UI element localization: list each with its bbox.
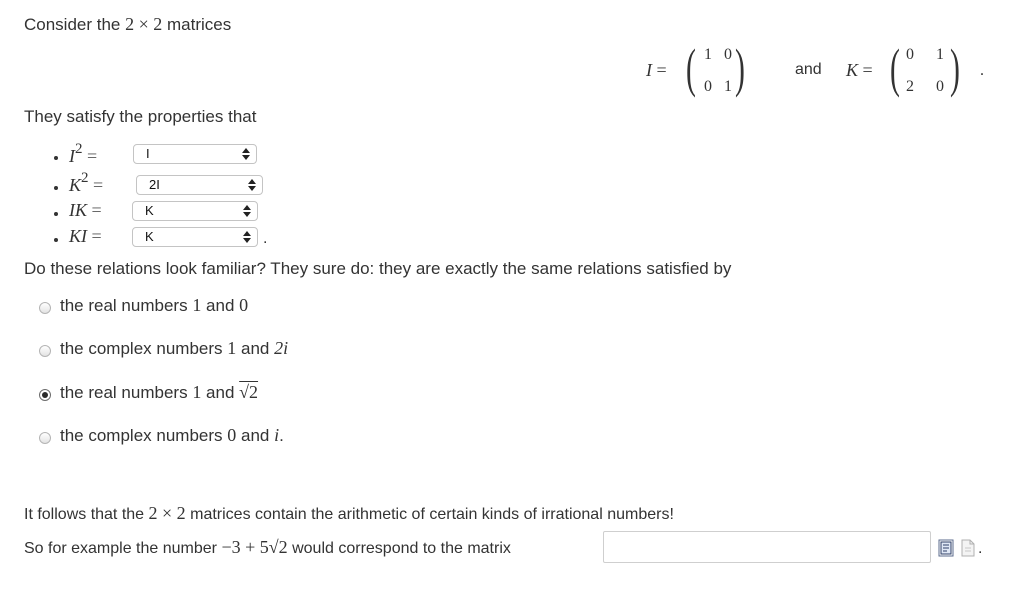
matrix-k-cell: 2 bbox=[906, 78, 914, 95]
matrix-k-cell: 0 bbox=[936, 78, 944, 95]
matrix-i-cell: 0 bbox=[724, 46, 732, 63]
option-label-4[interactable]: the complex numbers 0 and i. bbox=[60, 425, 284, 446]
bullet bbox=[54, 238, 58, 242]
properties-heading: They satisfy the properties that bbox=[24, 107, 257, 126]
matrix-period: . bbox=[980, 62, 984, 79]
matrix-i-label: I = bbox=[646, 60, 667, 80]
conclusion-line-1: It follows that the 2 × 2 matrices conta… bbox=[24, 503, 674, 523]
option-label-3[interactable]: the real numbers 1 and √2 bbox=[60, 382, 258, 403]
matrix-editor-icon[interactable] bbox=[938, 539, 954, 557]
matrix-k-label: K = bbox=[846, 60, 873, 80]
matrix-i-cell: 0 bbox=[704, 78, 712, 95]
property-ik: IK = bbox=[69, 200, 102, 220]
matrix-answer-input[interactable] bbox=[603, 531, 931, 563]
matrix-k-cell: 0 bbox=[906, 46, 914, 63]
option-label-2[interactable]: the complex numbers 1 and 2i bbox=[60, 338, 288, 359]
properties-period: . bbox=[263, 230, 268, 247]
property-k-squared: K2 = bbox=[69, 170, 104, 195]
ki-select[interactable]: K bbox=[132, 227, 258, 247]
bullet bbox=[54, 212, 58, 216]
intro-suffix: matrices bbox=[167, 15, 232, 34]
matrix-i: ( 1 0 0 1 ) bbox=[680, 40, 760, 98]
intro-prefix: Consider the bbox=[24, 15, 121, 34]
matrix-k: ( 0 1 2 0 ) . bbox=[880, 40, 984, 98]
property-ki: KI = bbox=[69, 226, 102, 246]
bullet bbox=[54, 186, 58, 190]
conclusion-line-2: So for example the number −3 + 5√2 would… bbox=[24, 537, 511, 557]
select-arrows-icon bbox=[243, 203, 251, 219]
answer-period: . bbox=[978, 540, 983, 557]
left-paren: ( bbox=[686, 38, 696, 98]
property-i-squared: I2 = bbox=[69, 141, 98, 166]
option-radio-4[interactable] bbox=[39, 432, 51, 444]
select-arrows-icon bbox=[248, 177, 256, 193]
left-paren: ( bbox=[890, 38, 900, 98]
matrix-i-cell: 1 bbox=[724, 78, 732, 95]
bullet bbox=[54, 156, 58, 160]
k-squared-select[interactable]: 2I bbox=[136, 175, 263, 195]
option-radio-2[interactable] bbox=[39, 345, 51, 357]
option-label-1[interactable]: the real numbers 1 and 0 bbox=[60, 295, 248, 316]
i-squared-select[interactable]: I bbox=[133, 144, 257, 164]
select-arrows-icon bbox=[242, 146, 250, 162]
document-icon[interactable] bbox=[960, 539, 976, 557]
question-text: Do these relations look familiar? They s… bbox=[24, 259, 732, 278]
option-radio-3[interactable] bbox=[39, 389, 51, 401]
matrix-k-cell: 1 bbox=[936, 46, 944, 63]
ik-select[interactable]: K bbox=[132, 201, 258, 221]
right-paren: ) bbox=[735, 38, 745, 98]
right-paren: ) bbox=[950, 38, 960, 98]
select-arrows-icon bbox=[243, 229, 251, 245]
option-radio-1[interactable] bbox=[39, 302, 51, 314]
matrix-i-cell: 1 bbox=[704, 46, 712, 63]
intro-line: Consider the 2 × 2 matrices bbox=[24, 14, 231, 35]
and-text: and bbox=[795, 61, 822, 78]
intro-dims: 2 × 2 bbox=[125, 14, 163, 34]
